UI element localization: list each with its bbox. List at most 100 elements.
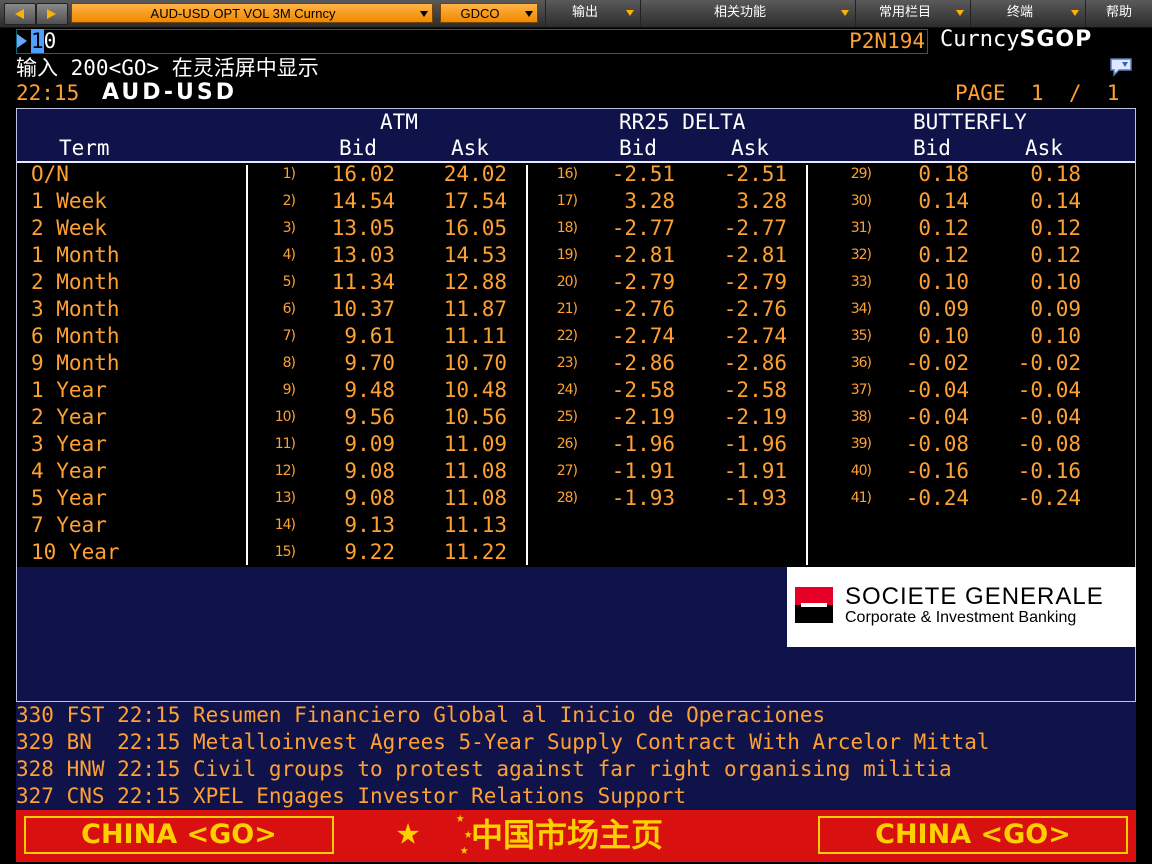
atm-item-number[interactable]: 10) [265,404,296,431]
table-row[interactable]: 6 Month 7) 9.61 11.11 22) -2.74 -2.74 35) 0.10 0.… [17,323,1135,350]
command-line[interactable]: 10 P2N194 [16,29,928,54]
china-go-button-right[interactable]: CHINA <GO> [818,816,1128,854]
table-row[interactable]: 9 Month 8) 9.70 10.70 23) -2.86 -2.86 36) -0.02 -… [17,350,1135,377]
atm-item-number[interactable]: 3) [265,215,296,242]
menu-output[interactable]: 输出 [545,0,640,27]
table-row[interactable]: 5 Year 13) 9.08 11.08 28) -1.93 -1.93 41) -0.24 -… [17,485,1135,512]
atm-item-number[interactable]: 2) [265,188,296,215]
atm-ask-cell: 10.70 [443,351,507,375]
table-row[interactable]: O/N 1) 16.02 24.02 16) -2.51 -2.51 29) 0.18 0.18 [17,161,1135,188]
security-dropdown[interactable]: AUD-USD OPT VOL 3M Curncy [71,3,433,23]
rr-item-number[interactable]: 23) [547,350,578,377]
rr-item-number[interactable]: 24) [547,377,578,404]
menu-help-label: 帮助 [1105,5,1132,20]
bf-item-number[interactable]: 37) [841,377,872,404]
table-row[interactable]: 10 Year 15) 9.22 11.22 [17,539,1135,566]
bf-item-number[interactable]: 34) [841,296,872,323]
source-dropdown[interactable]: GDCO [440,3,538,23]
atm-item-number[interactable]: 5) [265,269,296,296]
table-row[interactable]: 1 Month 4) 13.03 14.53 19) -2.81 -2.81 32) 0.12 0… [17,242,1135,269]
bf-item-number[interactable]: 41) [841,485,872,512]
rr-item-number[interactable]: 18) [547,215,578,242]
rr-ask-cell: -2.77 [723,216,787,240]
atm-item-number[interactable]: 11) [265,431,296,458]
rr-item-number[interactable]: 17) [547,188,578,215]
table-row[interactable]: 1 Year 9) 9.48 10.48 24) -2.58 -2.58 37) -0.04 -0… [17,377,1135,404]
rr-item-number[interactable]: 16) [547,161,578,188]
table-row[interactable]: 7 Year 14) 9.13 11.13 [17,512,1135,539]
bf-bid-cell: 0.12 [918,243,969,267]
text-cursor: 1 [31,29,44,53]
table-row[interactable]: 2 Month 5) 11.34 12.88 20) -2.79 -2.79 33) 0.10 0… [17,269,1135,296]
menu-related-functions[interactable]: 相关功能 [640,0,855,27]
bf-item-number[interactable]: 40) [841,458,872,485]
caret-down-icon [626,10,634,16]
term-cell: 4 Year [31,459,107,483]
page-separator: / [1068,81,1082,105]
atm-item-number[interactable]: 15) [265,539,296,566]
atm-item-number[interactable]: 14) [265,512,296,539]
bf-item-number[interactable]: 32) [841,242,872,269]
term-cell: 1 Month [31,243,120,267]
bf-item-number[interactable]: 39) [841,431,872,458]
rr-ask-cell: -2.19 [723,405,787,429]
rr-item-number[interactable]: 28) [547,485,578,512]
bf-item-number[interactable]: 29) [841,161,872,188]
menu-favorites[interactable]: 常用栏目 [855,0,970,27]
bf-item-number[interactable]: 33) [841,269,872,296]
table-row[interactable]: 3 Year 11) 9.09 11.09 26) -1.96 -1.96 39) -0.08 -… [17,431,1135,458]
rr-item-number[interactable]: 22) [547,323,578,350]
table-row[interactable]: 1 Week 2) 14.54 17.54 17) 3.28 3.28 30) 0.14 0.14 [17,188,1135,215]
atm-item-number[interactable]: 12) [265,458,296,485]
bf-ask-cell: -0.24 [1017,486,1081,510]
table-row[interactable]: 2 Year 10) 9.56 10.56 25) -2.19 -2.19 38) -0.04 -… [17,404,1135,431]
atm-item-number[interactable]: 1) [265,161,296,188]
atm-bid-cell: 9.22 [344,540,395,564]
atm-bid-cell: 9.08 [344,459,395,483]
menu-terminal-label: 终端 [1006,5,1033,20]
atm-item-number[interactable]: 8) [265,350,296,377]
bf-item-number[interactable]: 35) [841,323,872,350]
rr-item-number[interactable]: 26) [547,431,578,458]
table-row[interactable]: 3 Month 6) 10.37 11.87 21) -2.76 -2.76 34) 0.09 0… [17,296,1135,323]
atm-bid-cell: 9.61 [344,324,395,348]
atm-item-number[interactable]: 9) [265,377,296,404]
bf-bid-cell: 0.09 [918,297,969,321]
atm-item-number[interactable]: 4) [265,242,296,269]
news-headline[interactable]: 330 FST 22:15 Resumen Financiero Global … [16,702,1136,729]
caret-down-icon [956,10,964,16]
menu-help[interactable]: 帮助 [1085,0,1152,27]
back-button[interactable] [4,3,36,25]
term-cell: 2 Week [31,216,107,240]
china-banner[interactable]: CHINA <GO> ★ ★ ★ ★ 中国市场主页 CHINA <GO> [16,808,1136,862]
bf-item-number[interactable]: 36) [841,350,872,377]
atm-item-number[interactable]: 13) [265,485,296,512]
news-headline[interactable]: 327 CNS 22:15 XPEL Engages Investor Rela… [16,783,1136,810]
bf-item-number[interactable]: 30) [841,188,872,215]
rr-ask-cell: -2.74 [723,324,787,348]
rr-item-number[interactable]: 25) [547,404,578,431]
column-header-rr-ask: Ask [731,136,769,160]
rr-bid-cell: -2.19 [611,405,675,429]
news-headline[interactable]: 328 HNW 22:15 Civil groups to protest ag… [16,756,1136,783]
logo-subtitle: Corporate & Investment Banking [845,609,1077,626]
rr-item-number[interactable]: 20) [547,269,578,296]
news-headline[interactable]: 329 BN 22:15 Metalloinvest Agrees 5-Year… [16,729,1136,756]
bf-item-number[interactable]: 38) [841,404,872,431]
bf-bid-cell: -0.08 [905,432,969,456]
atm-item-number[interactable]: 7) [265,323,296,350]
table-row[interactable]: 4 Year 12) 9.08 11.08 27) -1.91 -1.91 40) -0.16 -… [17,458,1135,485]
bf-item-number[interactable]: 31) [841,215,872,242]
rr-item-number[interactable]: 21) [547,296,578,323]
atm-item-number[interactable]: 6) [265,296,296,323]
rr-item-number[interactable]: 27) [547,458,578,485]
command-input[interactable]: 10 [31,29,56,53]
china-go-button-left[interactable]: CHINA <GO> [24,816,334,854]
chat-bubble-icon[interactable] [1108,57,1134,77]
menu-terminal[interactable]: 终端 [970,0,1085,27]
table-row[interactable]: 2 Week 3) 13.05 16.05 18) -2.77 -2.77 31) 0.12 0.… [17,215,1135,242]
forward-button[interactable] [36,3,68,25]
rr-ask-cell: -2.86 [723,351,787,375]
rr-item-number[interactable]: 19) [547,242,578,269]
bf-ask-cell: 0.14 [1030,189,1081,213]
